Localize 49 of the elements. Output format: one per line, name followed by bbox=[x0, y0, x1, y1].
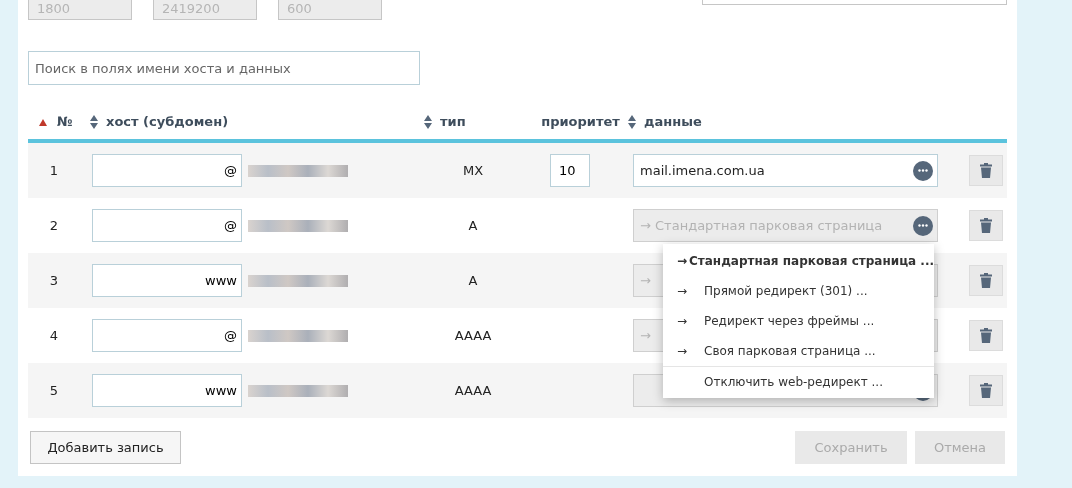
host-field[interactable]: @ bbox=[92, 319, 242, 352]
menu-item[interactable]: → Прямой редирект (301) ... bbox=[663, 276, 934, 306]
table-cell-text: AAAA bbox=[453, 381, 493, 400]
table-cell-text: 1 bbox=[48, 161, 60, 180]
host-field[interactable]: www bbox=[92, 374, 242, 407]
table-cell-text: 4 bbox=[48, 326, 60, 345]
delete-button[interactable] bbox=[969, 265, 1003, 296]
action-button: Отмена bbox=[915, 431, 1005, 464]
menu-item[interactable]: Отключить web-редирект ... bbox=[663, 366, 934, 396]
delete-button[interactable] bbox=[969, 155, 1003, 186]
menu-item[interactable]: → Стандартная парковая страница ... bbox=[663, 246, 934, 276]
action-button[interactable]: Добавить запись bbox=[30, 431, 181, 464]
menu-item[interactable]: → Редирект через фреймы ... bbox=[663, 306, 934, 336]
sort-ascending-icon[interactable] bbox=[39, 118, 47, 126]
menu-item[interactable]: → Своя парковая страница ... bbox=[663, 336, 934, 366]
text-field[interactable] bbox=[702, 0, 1007, 5]
column-header[interactable]: приоритет bbox=[541, 112, 620, 132]
trash-icon bbox=[980, 328, 992, 343]
host-field[interactable]: @ bbox=[92, 154, 242, 187]
data-field[interactable]: mail.imena.com.ua bbox=[633, 154, 938, 187]
trash-icon bbox=[980, 273, 992, 288]
delete-button[interactable] bbox=[969, 210, 1003, 241]
trash-icon bbox=[980, 163, 992, 178]
column-header[interactable]: тип bbox=[440, 112, 466, 132]
sort-icon[interactable] bbox=[90, 115, 98, 129]
table-cell-text: AAAA bbox=[453, 326, 493, 345]
column-header[interactable]: № bbox=[57, 112, 73, 132]
trash-icon bbox=[980, 383, 992, 398]
table-cell-text: MX bbox=[461, 161, 485, 180]
table-cell-text: A bbox=[467, 271, 479, 290]
more-button[interactable] bbox=[913, 160, 933, 181]
priority-field[interactable]: 10 bbox=[550, 154, 590, 187]
table-cell-text: 2 bbox=[48, 216, 60, 235]
table-cell-text: A bbox=[467, 216, 479, 235]
host-field[interactable]: @ bbox=[92, 209, 242, 242]
host-field[interactable]: www bbox=[92, 264, 242, 297]
table-cell-text: 3 bbox=[48, 271, 60, 290]
delete-button[interactable] bbox=[969, 320, 1003, 351]
delete-button[interactable] bbox=[969, 375, 1003, 406]
sort-icon[interactable] bbox=[424, 115, 432, 129]
column-header[interactable]: данные bbox=[644, 112, 702, 132]
column-header[interactable]: хост (субдомен) bbox=[106, 112, 229, 132]
sort-icon[interactable] bbox=[628, 115, 636, 129]
more-icon bbox=[918, 224, 928, 227]
search-field[interactable]: Поиск в полях имени хоста и данных bbox=[28, 51, 420, 85]
more-icon bbox=[918, 169, 928, 172]
action-button: Сохранить bbox=[795, 431, 907, 464]
trash-icon bbox=[980, 218, 992, 233]
table-cell-text: 5 bbox=[48, 381, 60, 400]
